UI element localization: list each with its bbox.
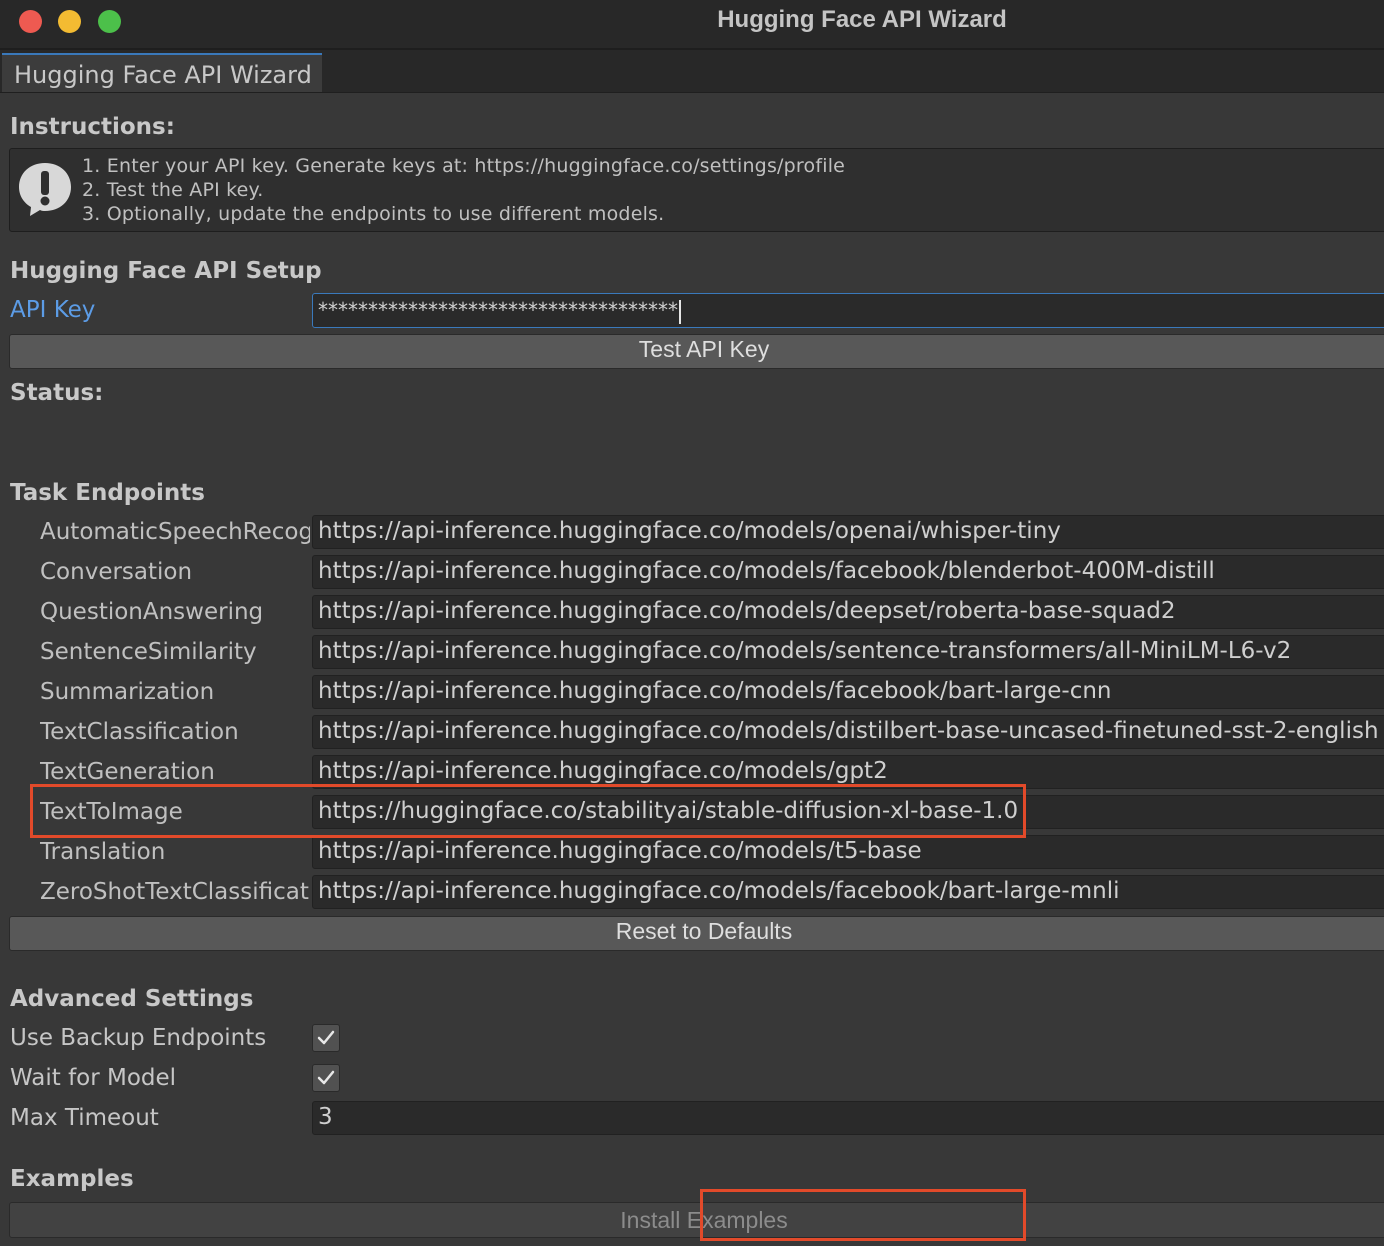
endpoint-label-question-answering: QuestionAnswering <box>40 599 264 625</box>
instruction-line-3: 3. Optionally, update the endpoints to u… <box>82 203 665 225</box>
use-backup-endpoints-checkbox[interactable] <box>312 1024 340 1052</box>
endpoint-field-question-answering[interactable]: https://api-inference.huggingface.co/mod… <box>312 595 1384 629</box>
use-backup-endpoints-label: Use Backup Endpoints <box>10 1025 267 1051</box>
text-cursor <box>679 299 681 324</box>
checkmark-icon <box>317 1070 335 1085</box>
api-setup-heading: Hugging Face API Setup <box>10 258 322 284</box>
install-examples-highlight <box>700 1189 1026 1241</box>
endpoint-label-text-classification: TextClassification <box>40 719 239 745</box>
reset-to-defaults-button[interactable]: Reset to Defaults <box>9 916 1384 951</box>
test-api-key-button[interactable]: Test API Key <box>9 334 1384 369</box>
wait-for-model-label: Wait for Model <box>10 1065 177 1091</box>
endpoint-label-automatic-speech-recognition: AutomaticSpeechRecognition <box>40 519 310 545</box>
max-timeout-field[interactable]: 3 <box>312 1101 1384 1135</box>
instruction-line-2: 2. Test the API key. <box>82 179 264 201</box>
text-to-image-highlight <box>30 784 1026 838</box>
task-endpoints-heading: Task Endpoints <box>10 480 205 506</box>
status-label: Status: <box>10 380 104 406</box>
endpoint-field-zero-shot-text-classification[interactable]: https://api-inference.huggingface.co/mod… <box>312 875 1384 909</box>
tab-hugging-face-api-wizard[interactable]: Hugging Face API Wizard <box>2 53 322 92</box>
window-title: Hugging Face API Wizard <box>717 6 1007 33</box>
endpoint-field-text-classification[interactable]: https://api-inference.huggingface.co/mod… <box>312 715 1384 749</box>
install-examples-button[interactable]: Install Examples <box>9 1202 1384 1238</box>
instructions-heading: Instructions: <box>10 114 175 140</box>
warning-icon <box>19 163 71 216</box>
wait-for-model-checkbox[interactable] <box>312 1064 340 1092</box>
endpoint-label-sentence-similarity: SentenceSimilarity <box>40 639 257 665</box>
api-key-field[interactable]: ************************************ <box>312 293 1384 328</box>
endpoint-label-summarization: Summarization <box>40 679 215 705</box>
endpoint-label-conversation: Conversation <box>40 559 193 585</box>
endpoint-label-text-generation: TextGeneration <box>40 759 215 785</box>
api-key-label: API Key <box>10 297 96 323</box>
api-key-value: ************************************ <box>318 298 678 322</box>
endpoint-field-automatic-speech-recognition[interactable]: https://api-inference.huggingface.co/mod… <box>312 515 1384 549</box>
endpoint-label-translation: Translation <box>40 839 166 865</box>
instruction-line-1: 1. Enter your API key. Generate keys at:… <box>82 155 846 177</box>
endpoint-field-summarization[interactable]: https://api-inference.huggingface.co/mod… <box>312 675 1384 709</box>
advanced-settings-heading: Advanced Settings <box>10 986 254 1012</box>
endpoint-field-conversation[interactable]: https://api-inference.huggingface.co/mod… <box>312 555 1384 589</box>
endpoint-label-zero-shot-text-classification: ZeroShotTextClassification <box>40 879 310 905</box>
checkmark-icon <box>317 1030 335 1045</box>
endpoint-field-sentence-similarity[interactable]: https://api-inference.huggingface.co/mod… <box>312 635 1384 669</box>
max-timeout-label: Max Timeout <box>10 1105 159 1131</box>
examples-heading: Examples <box>10 1166 134 1192</box>
endpoint-field-translation[interactable]: https://api-inference.huggingface.co/mod… <box>312 835 1384 869</box>
